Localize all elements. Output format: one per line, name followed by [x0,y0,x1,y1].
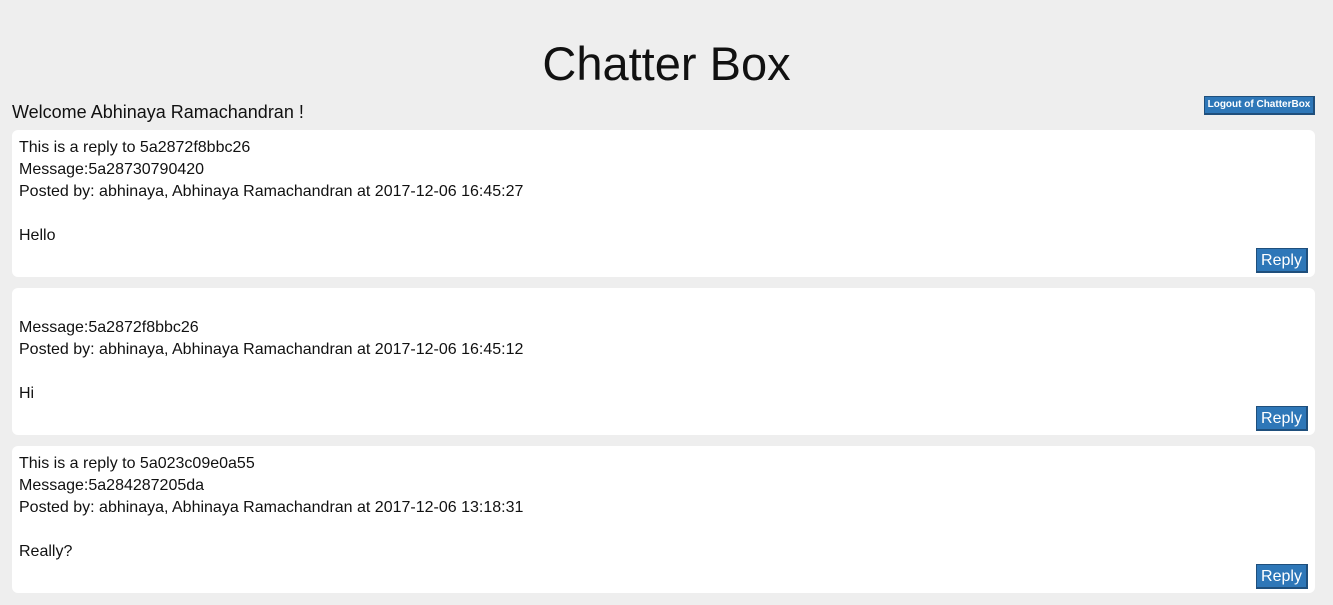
welcome-message: Welcome Abhinaya Ramachandran ! [12,102,304,122]
message-content: This is a reply to 5a023c09e0a55 Message… [19,453,523,563]
message-content: This is a reply to 5a2872f8bbc26 Message… [19,137,523,247]
logout-button[interactable]: Logout of ChatterBox [1204,96,1315,115]
posted-by: Posted by: abhinaya, Abhinaya Ramachandr… [19,341,524,358]
page-title: Chatter Box [542,37,791,90]
reply-button[interactable]: Reply [1256,248,1308,273]
reply-to-text [19,295,523,317]
reply-to-text: This is a reply to 5a023c09e0a55 [19,455,255,472]
message-card: This is a reply to 5a023c09e0a55 Message… [12,446,1315,593]
message-id: Message:5a284287205da [19,477,205,494]
message-card: This is a reply to 5a2872f8bbc26 Message… [12,130,1315,277]
reply-to-text: This is a reply to 5a2872f8bbc26 [19,139,251,156]
chatter-box-app: Chatter Box Welcome Abhinaya Ramachandra… [0,0,1333,605]
message-id: Message:5a28730790420 [19,161,205,178]
reply-button[interactable]: Reply [1256,564,1308,589]
message-id: Message:5a2872f8bbc26 [19,319,199,336]
reply-button[interactable]: Reply [1256,406,1308,431]
message-body: Really? [19,543,73,560]
message-content: Message:5a2872f8bbc26 Posted by: abhinay… [19,295,523,405]
posted-by: Posted by: abhinaya, Abhinaya Ramachandr… [19,499,524,516]
message-body: Hello [19,227,56,244]
message-card: Message:5a2872f8bbc26 Posted by: abhinay… [12,288,1315,435]
posted-by: Posted by: abhinaya, Abhinaya Ramachandr… [19,183,524,200]
message-body: Hi [19,385,35,402]
